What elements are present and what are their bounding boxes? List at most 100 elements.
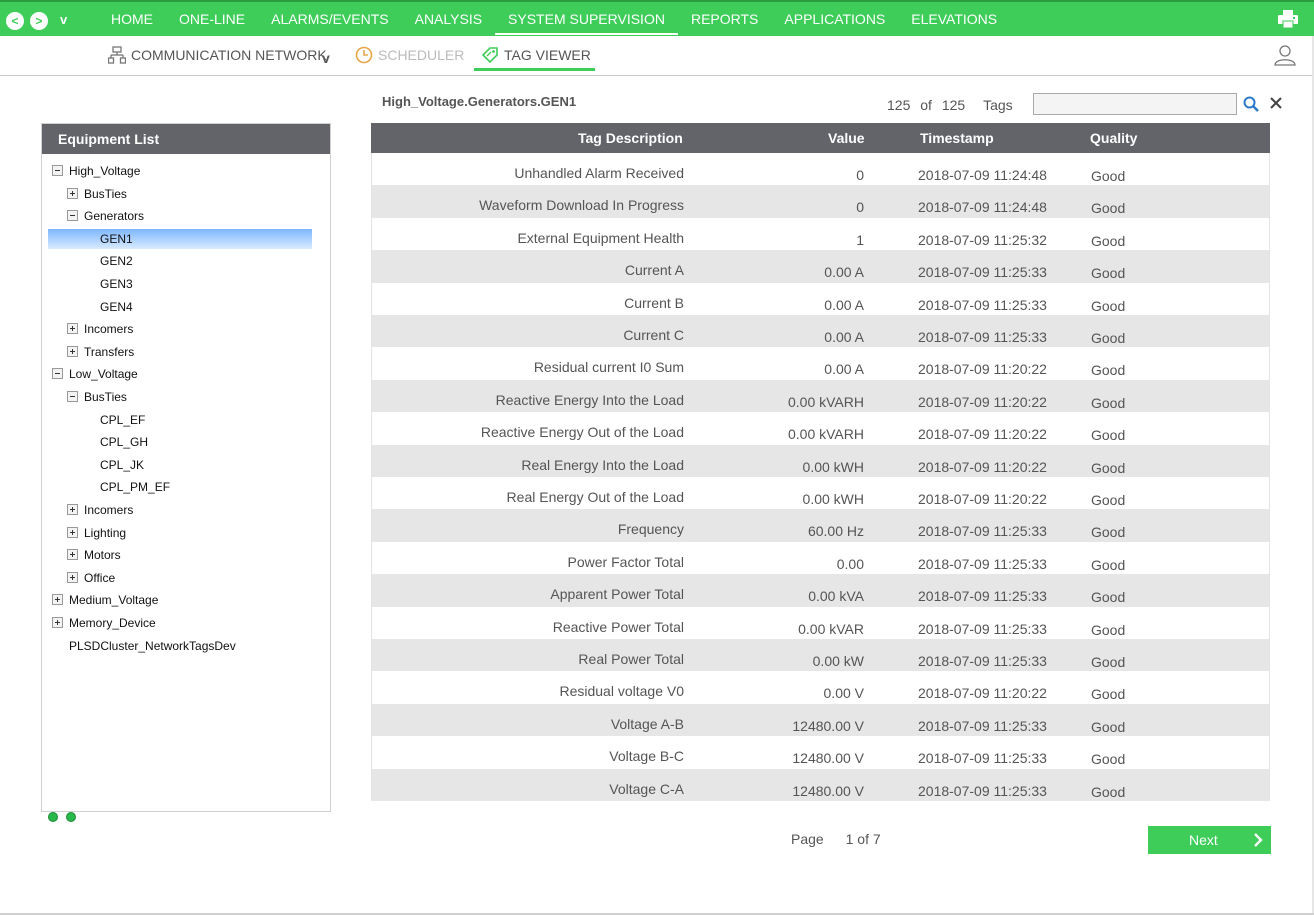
tree-node[interactable]: GEN4 <box>42 297 330 317</box>
menu-item-system-supervision[interactable]: SYSTEM SUPERVISION <box>495 2 678 36</box>
collapse-icon[interactable] <box>67 210 78 222</box>
tree-node[interactable]: Lighting <box>42 523 330 543</box>
back-button[interactable]: < <box>6 12 24 30</box>
clear-search-icon[interactable] <box>1270 97 1282 109</box>
column-header-description[interactable]: Tag Description <box>578 123 683 153</box>
user-icon[interactable] <box>1274 44 1296 66</box>
expand-icon[interactable] <box>67 345 78 357</box>
table-row[interactable]: Apparent Power Total 0.00 kVA 2018-07-09 1… <box>371 574 1270 607</box>
table-row[interactable]: Residual current I0 Sum 0.00 A 2018-07-09 … <box>371 347 1270 380</box>
menu-item-elevations[interactable]: ELEVATIONS <box>898 2 1010 36</box>
table-row[interactable]: Reactive Energy Into the Load 0.00 kVARH 2… <box>371 379 1270 413</box>
cell-value: 12480.00 V <box>792 782 864 799</box>
cell-timestamp: 2018-07-09 11:25:33 <box>918 717 1047 734</box>
tree-node[interactable]: GEN2 <box>42 251 330 271</box>
cell-quality: Good <box>1091 362 1126 379</box>
column-header-value[interactable]: Value <box>828 123 865 153</box>
next-page-button[interactable]: Next <box>1148 826 1271 854</box>
expand-icon[interactable] <box>67 504 78 515</box>
table-row[interactable]: Voltage C-A 12480.00 V 2018-07-09 11:25:33… <box>371 768 1270 801</box>
tag-search-input[interactable] <box>1033 93 1237 115</box>
table-row[interactable]: Residual voltage V0 0.00 V 2018-07-09 11:2… <box>371 671 1270 704</box>
tree-node[interactable]: Low_Voltage <box>42 364 330 384</box>
menu-item-home[interactable]: HOME <box>98 2 166 36</box>
cell-description: Residual current I0 Sum <box>533 359 684 376</box>
tree-node[interactable]: Transfers <box>42 342 330 362</box>
collapse-icon[interactable] <box>67 391 78 402</box>
tree-node[interactable]: GEN1 <box>48 228 312 249</box>
expand-icon[interactable] <box>67 571 78 583</box>
tree-node[interactable]: Memory_Device <box>42 613 330 633</box>
tree-node[interactable]: BusTies <box>42 184 330 204</box>
table-row[interactable]: Reactive Energy Out of the Load 0.00 kVAR… <box>371 412 1270 445</box>
print-icon[interactable] <box>1278 10 1298 28</box>
menu-item-one-line[interactable]: ONE-LINE <box>166 2 258 36</box>
expand-icon[interactable] <box>67 549 78 561</box>
table-row[interactable]: Current B 0.00 A 2018-07-09 11:25:33 Good <box>371 282 1270 315</box>
tree-node[interactable]: CPL_EF <box>42 410 330 430</box>
menu-item-alarms-events[interactable]: ALARMS/EVENTS <box>258 2 401 36</box>
tree-node[interactable]: Medium_Voltage <box>42 590 330 610</box>
column-header-timestamp[interactable]: Timestamp <box>920 123 994 153</box>
tree-node[interactable]: CPL_GH <box>42 432 330 452</box>
table-row[interactable]: Unhandled Alarm Received 0 2018-07-09 11:2… <box>371 153 1270 186</box>
tree-node[interactable]: Generators <box>42 206 330 226</box>
cell-timestamp: 2018-07-09 11:25:33 <box>918 620 1047 637</box>
tree-node[interactable]: CPL_JK <box>42 455 330 475</box>
tree-node-label: CPL_JK <box>100 457 145 472</box>
table-row[interactable]: Current C 0.00 A 2018-07-09 11:25:33 Good <box>371 315 1270 348</box>
cell-timestamp: 2018-07-09 11:24:48 <box>918 199 1047 216</box>
table-row[interactable]: Reactive Power Total 0.00 kVAR 2018-07-09 … <box>371 606 1270 639</box>
table-row[interactable]: Current A 0.00 A 2018-07-09 11:25:33 Good <box>371 250 1270 283</box>
cell-description: External Equipment Health <box>517 229 684 246</box>
tab-scheduler-label: SCHEDULER <box>378 47 465 63</box>
table-row[interactable]: Waveform Download In Progress 0 2018-07-09… <box>371 185 1270 218</box>
cell-value: 0.00 A <box>824 296 864 313</box>
table-row[interactable]: Real Energy Into the Load 0.00 kWH 2018-07… <box>371 444 1270 477</box>
table-row[interactable]: Frequency 60.00 Hz 2018-07-09 11:25:33 Good <box>371 509 1270 542</box>
expand-icon[interactable] <box>52 594 63 606</box>
cell-description: Voltage A-B <box>610 715 684 732</box>
table-row[interactable]: Real Power Total 0.00 kW 2018-07-09 11:25:… <box>371 639 1270 672</box>
menu-item-reports[interactable]: REPORTS <box>678 2 771 36</box>
tree-node[interactable]: High_Voltage <box>42 161 330 181</box>
table-row[interactable]: Real Energy Out of the Load 0.00 kWH 2018-… <box>371 477 1270 510</box>
pagination: Page 1 of 7 <box>791 831 881 847</box>
table-row[interactable]: Power Factor Total 0.00 2018-07-09 11:25:3… <box>371 541 1270 575</box>
page-of: of <box>857 831 869 847</box>
forward-button[interactable]: > <box>30 12 48 30</box>
expand-icon[interactable] <box>67 323 78 335</box>
tab-scheduler[interactable]: SCHEDULER <box>355 36 464 74</box>
collapse-icon[interactable] <box>52 165 63 176</box>
communication-network-dropdown-caret[interactable]: v <box>322 50 330 66</box>
expand-icon[interactable] <box>67 526 78 538</box>
tree-node[interactable]: PLSDCluster_NetworkTagsDev <box>42 636 330 656</box>
tree-node-label: Medium_Voltage <box>69 593 159 608</box>
cell-timestamp: 2018-07-09 11:25:33 <box>918 588 1047 605</box>
cell-timestamp: 2018-07-09 11:20:22 <box>918 393 1047 410</box>
cell-quality: Good <box>1091 459 1126 476</box>
cell-quality: Good <box>1091 427 1126 444</box>
column-header-quality[interactable]: Quality <box>1090 123 1137 153</box>
menu-item-applications[interactable]: APPLICATIONS <box>771 2 898 36</box>
tree-node[interactable]: BusTies <box>42 387 330 407</box>
tree-node[interactable]: CPL_PM_EF <box>42 477 330 497</box>
tree-node[interactable]: GEN3 <box>42 274 330 294</box>
tree-node[interactable]: Office <box>42 568 330 588</box>
tree-node[interactable]: Incomers <box>42 319 330 339</box>
history-dropdown-caret[interactable]: v <box>60 12 67 27</box>
tree-node-label: Generators <box>84 209 145 224</box>
expand-icon[interactable] <box>67 187 78 199</box>
tree-node[interactable]: Motors <box>42 545 330 565</box>
tab-communication-network[interactable]: COMMUNICATION NETWORK <box>108 36 327 74</box>
tag-table-header: Tag Description Value Timestamp Quality <box>371 123 1270 153</box>
tree-node[interactable]: Incomers <box>42 500 330 520</box>
search-icon[interactable] <box>1243 96 1259 112</box>
collapse-icon[interactable] <box>52 368 63 380</box>
table-row[interactable]: Voltage A-B 12480.00 V 2018-07-09 11:25:33… <box>371 703 1270 737</box>
expand-icon[interactable] <box>52 617 63 628</box>
menu-item-analysis[interactable]: ANALYSIS <box>402 2 495 36</box>
table-row[interactable]: Voltage B-C 12480.00 V 2018-07-09 11:25:33… <box>371 736 1270 769</box>
table-row[interactable]: External Equipment Health 1 2018-07-09 11:… <box>371 217 1270 251</box>
tag-count-unit: Tags <box>983 97 1013 113</box>
